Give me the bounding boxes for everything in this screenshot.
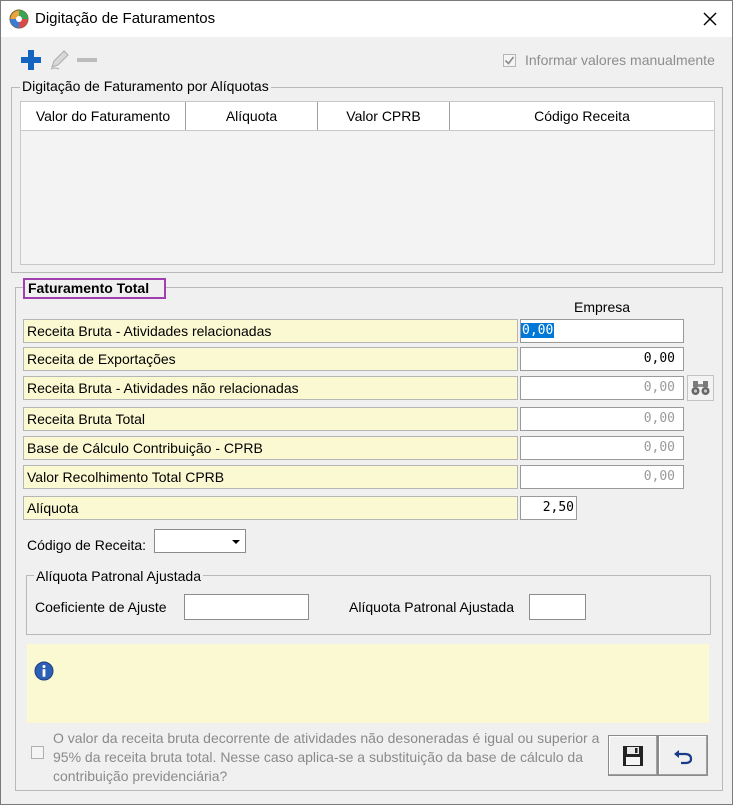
atividades-nao-desoneradas-label: O valor da receita bruta decorrente de a… bbox=[53, 730, 600, 784]
undo-button[interactable] bbox=[658, 735, 708, 776]
receita-bruta-total-label: Receita Bruta Total bbox=[23, 407, 518, 431]
manual-values-checkbox[interactable]: Informar valores manualmente bbox=[503, 52, 715, 68]
search-button[interactable] bbox=[687, 375, 714, 401]
valor-recolhimento-cprb-label: Valor Recolhimento Total CPRB bbox=[23, 465, 518, 489]
col-valor-cprb[interactable]: Valor CPRB bbox=[318, 102, 450, 130]
valor-recolhimento-cprb-input[interactable]: 0,00 bbox=[520, 465, 684, 489]
save-button[interactable] bbox=[608, 735, 658, 776]
aliquota-input[interactable]: 2,50 bbox=[520, 496, 577, 520]
aliquotas-grid[interactable]: Valor do Faturamento Alíquota Valor CPRB… bbox=[20, 101, 715, 265]
aliquota-patronal-label: Alíquota Patronal Ajustada bbox=[349, 599, 515, 615]
empresa-column-header: Empresa bbox=[574, 299, 631, 315]
floppy-disk-icon bbox=[623, 746, 643, 766]
receita-exportacoes-input[interactable]: 0,00 bbox=[520, 347, 684, 371]
receita-bruta-relacionadas-input[interactable]: 0,00 bbox=[520, 319, 684, 343]
close-icon[interactable] bbox=[696, 5, 724, 33]
aliquota-label: Alíquota bbox=[23, 496, 518, 520]
col-aliquota[interactable]: Alíquota bbox=[186, 102, 318, 130]
undo-arrow-icon bbox=[674, 750, 693, 765]
add-icon[interactable] bbox=[19, 48, 43, 72]
col-codigo-receita[interactable]: Código Receita bbox=[450, 102, 714, 130]
base-calculo-cprb-label: Base de Cálculo Contribuição - CPRB bbox=[23, 436, 518, 460]
app-globe-icon bbox=[9, 9, 29, 29]
aliquotas-group-legend: Digitação de Faturamento por Alíquotas bbox=[20, 78, 271, 94]
receita-bruta-relacionadas-label: Receita Bruta - Atividades relacionadas bbox=[23, 319, 518, 343]
faturamento-total-legend: Faturamento Total bbox=[23, 278, 166, 299]
info-icon bbox=[34, 661, 54, 681]
receita-bruta-nao-relacionadas-input[interactable]: 0,00 bbox=[520, 376, 684, 400]
coeficiente-ajuste-label: Coeficiente de Ajuste bbox=[35, 599, 167, 615]
window: Digitação de Faturamentos Informar valor… bbox=[0, 0, 733, 805]
col-valor-faturamento[interactable]: Valor do Faturamento bbox=[21, 102, 186, 130]
patronal-group-legend: Alíquota Patronal Ajustada bbox=[34, 568, 204, 584]
window-title: Digitação de Faturamentos bbox=[35, 10, 216, 27]
codigo-receita-label: Código de Receita: bbox=[27, 537, 147, 553]
aliquota-patronal-input[interactable] bbox=[529, 594, 586, 620]
checkbox-checked-icon bbox=[503, 53, 516, 67]
remove-icon[interactable] bbox=[75, 48, 99, 72]
codigo-receita-select[interactable] bbox=[154, 529, 246, 553]
receita-bruta-total-input[interactable]: 0,00 bbox=[520, 407, 684, 431]
receita-exportacoes-label: Receita de Exportações bbox=[23, 347, 518, 371]
atividades-nao-desoneradas-checkbox[interactable] bbox=[31, 746, 44, 759]
coeficiente-ajuste-input[interactable] bbox=[184, 594, 309, 620]
manual-values-label: Informar valores manualmente bbox=[525, 52, 715, 68]
chevron-down-icon bbox=[232, 540, 240, 544]
base-calculo-cprb-input[interactable]: 0,00 bbox=[520, 436, 684, 460]
title-bar: Digitação de Faturamentos bbox=[1, 1, 732, 37]
grid-header: Valor do Faturamento Alíquota Valor CPRB… bbox=[21, 102, 714, 131]
binoculars-icon bbox=[691, 381, 710, 395]
info-panel bbox=[27, 644, 709, 723]
receita-bruta-nao-relacionadas-label: Receita Bruta - Atividades não relaciona… bbox=[23, 376, 518, 400]
edit-pencil-icon[interactable] bbox=[47, 48, 71, 72]
